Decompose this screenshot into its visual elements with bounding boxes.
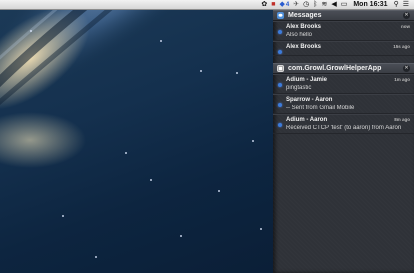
red-app-icon[interactable]: ■ (271, 0, 275, 10)
notification-body: pingtastic (286, 85, 312, 91)
notification-item[interactable]: Sparrow - Aaron -- Sent from Gmail Mobil… (273, 94, 414, 114)
clear-group-icon[interactable]: ✕ (403, 65, 410, 72)
dropbox-icon[interactable]: ◆ 4 (280, 0, 290, 10)
spotlight-search-icon[interactable]: ⚲ (394, 0, 399, 10)
star (62, 215, 64, 217)
messages-icon[interactable]: ✈ (293, 0, 299, 10)
notification-center-icon[interactable]: ☰ (403, 0, 409, 10)
bluetooth-icon[interactable]: ᛒ (313, 0, 317, 10)
unread-dot-icon (278, 103, 282, 107)
group-title: com.Growl.GrowlHelperApp (288, 65, 382, 72)
notification-title: Adium - Aaron (286, 117, 328, 123)
unread-dot-icon (278, 30, 282, 34)
notification-body: Received CTCP 'test' (to aaron) from Aar… (286, 125, 402, 131)
unread-dot-icon (278, 50, 282, 54)
menu-clock[interactable]: Mon 16:31 (353, 1, 387, 8)
notification-item[interactable]: Adium - Jamie 1m ago pingtastic (273, 74, 414, 94)
group-title: Messages (288, 12, 322, 19)
battery-icon[interactable]: ▭ (341, 0, 348, 10)
star (150, 179, 152, 181)
unread-dot-icon (278, 123, 282, 127)
notification-item[interactable]: Alex Brooks now Also hello (273, 21, 414, 41)
unread-dot-icon (278, 83, 282, 87)
star (200, 70, 202, 72)
dropbox-badge: 4 (285, 1, 290, 8)
star (260, 228, 262, 230)
clear-group-icon[interactable]: ✕ (403, 12, 410, 19)
time-machine-icon[interactable]: ◷ (303, 0, 309, 10)
notification-time: 8m ago (394, 117, 410, 122)
notification-center-panel: Messages ✕ Alex Brooks now Also hello Al… (273, 10, 414, 273)
notification-title: Alex Brooks (286, 24, 322, 30)
volume-icon[interactable]: ◀ (331, 0, 336, 10)
star (125, 152, 127, 154)
group-header-messages[interactable]: Messages ✕ (273, 10, 414, 21)
group-header-growl[interactable]: com.Growl.GrowlHelperApp ✕ (273, 63, 414, 74)
notification-body: -- Sent from Gmail Mobile (286, 105, 355, 111)
star (218, 190, 220, 192)
menu-bar: ✿ ■ ◆ 4 ✈ ◷ ᛒ ≋ ◀ ▭ Mon 16:31 ⚲ ☰ (0, 0, 414, 10)
star (252, 140, 254, 142)
notification-time: 1m ago (394, 77, 410, 82)
notification-title: Sparrow - Aaron (286, 97, 333, 103)
wifi-icon[interactable]: ≋ (321, 0, 327, 10)
notification-time: 15s ago (393, 44, 410, 49)
notification-time: now (401, 24, 410, 29)
notification-body: Also hello (286, 32, 313, 38)
star (95, 256, 97, 258)
dropbox-glyph: ◆ (279, 0, 285, 8)
growl-icon[interactable]: ✿ (261, 0, 267, 10)
notification-item[interactable]: Alex Brooks 15s ago (273, 41, 414, 56)
messages-app-icon (277, 12, 284, 19)
notification-title: Alex Brooks (286, 44, 322, 50)
star (160, 40, 162, 42)
notification-item[interactable]: Adium - Aaron 8m ago Received CTCP 'test… (273, 114, 414, 134)
growl-app-icon (277, 65, 284, 72)
star (30, 30, 32, 32)
notification-title: Adium - Jamie (286, 77, 328, 83)
star (236, 72, 238, 74)
star (180, 235, 182, 237)
